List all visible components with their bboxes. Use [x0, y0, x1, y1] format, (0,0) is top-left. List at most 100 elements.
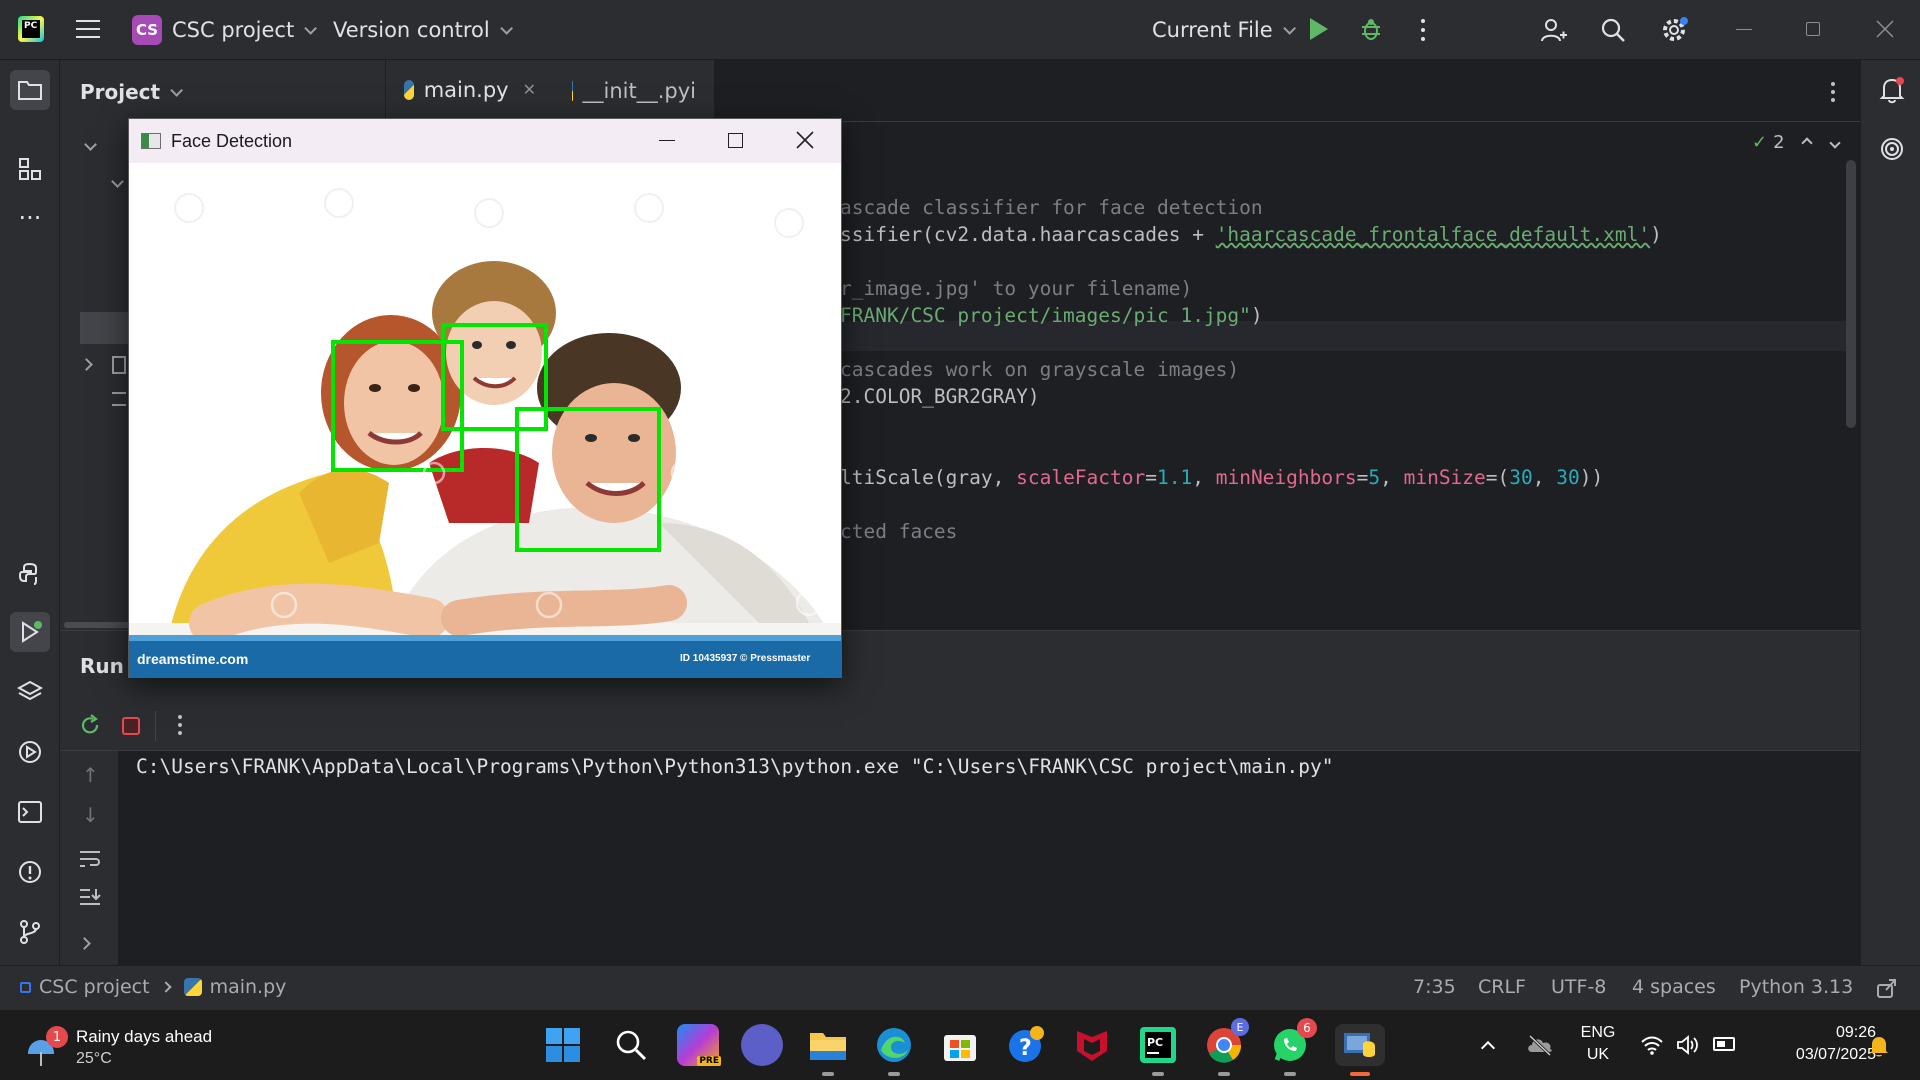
python-file-icon — [404, 79, 414, 100]
python-window-icon[interactable] — [1335, 1024, 1385, 1076]
search-icon[interactable] — [1600, 17, 1626, 47]
chrome-browser-icon[interactable]: E — [1203, 1018, 1249, 1076]
settings-gear-icon[interactable] — [1660, 16, 1688, 48]
code-line[interactable]: cted faces — [840, 520, 957, 543]
file-explorer-icon[interactable] — [807, 1024, 849, 1076]
close-icon[interactable] — [796, 131, 814, 153]
ai-assistant-icon[interactable] — [1879, 136, 1905, 166]
indent-setting[interactable]: 4 spaces — [1632, 976, 1716, 998]
terminal-icon[interactable] — [10, 792, 50, 832]
expand-chevron-icon[interactable] — [78, 937, 91, 950]
rerun-icon[interactable] — [78, 713, 102, 741]
scroll-to-end-icon[interactable] — [78, 887, 102, 911]
weather-widget[interactable]: 1 Rainy days ahead 25°C — [24, 1018, 254, 1074]
more-actions-icon[interactable] — [1421, 19, 1425, 41]
close-tab-icon[interactable]: ✕ — [523, 80, 536, 99]
run-config-selector[interactable]: Current File — [1152, 18, 1296, 42]
clock-date: 03/07/2025 — [1795, 1046, 1876, 1063]
file-encoding[interactable]: UTF-8 — [1551, 976, 1606, 998]
run-more-icon[interactable] — [178, 715, 182, 737]
code-line[interactable]: cascades work on grayscale images) — [840, 358, 1239, 381]
run-icon[interactable] — [1310, 18, 1328, 40]
opencv-window-icon — [141, 133, 161, 149]
line-separator[interactable]: CRLF — [1478, 976, 1526, 998]
microsoft-store-icon[interactable] — [939, 1024, 981, 1066]
problems-icon[interactable] — [10, 852, 50, 892]
face-detection-window[interactable]: Face Detection dreamstime.com ID 1043593… — [128, 118, 842, 678]
chevron-down-icon — [499, 21, 513, 35]
layers-icon[interactable] — [10, 672, 50, 712]
stop-icon[interactable] — [122, 717, 140, 735]
soft-wrap-icon[interactable] — [78, 849, 102, 873]
show-hidden-icons-chevron-icon[interactable] — [1480, 1040, 1496, 1056]
tab-main-py[interactable]: main.py ✕ — [386, 60, 554, 122]
arrow-down-icon[interactable]: ↓ — [82, 803, 99, 827]
code-line[interactable]: ssifier(cv2.data.haarcascades + 'haarcas… — [840, 223, 1662, 246]
code-line[interactable]: FRANK/CSC project/images/pic 1.jpg") — [840, 304, 1263, 327]
arrow-up-icon[interactable]: ↑ — [82, 763, 99, 787]
inspection-widget[interactable]: ✓ 2 — [1752, 132, 1841, 153]
pycharm-taskbar-icon[interactable]: PC — [1137, 1024, 1179, 1076]
battery-icon[interactable] — [1713, 1037, 1735, 1051]
breadcrumb: CSC project main.py — [20, 976, 286, 998]
services-icon[interactable] — [10, 732, 50, 772]
minimize-window-icon[interactable] — [1736, 29, 1752, 30]
console-output[interactable]: C:\Users\FRANK\AppData\Local\Programs\Py… — [136, 755, 1333, 778]
edge-browser-icon[interactable] — [873, 1024, 915, 1076]
tab-options-icon[interactable] — [1831, 82, 1835, 104]
tab-init-pyi[interactable]: __init__.pyi — [554, 60, 714, 122]
start-button-icon[interactable] — [542, 1024, 584, 1066]
code-line[interactable]: 2.COLOR_BGR2GRAY) — [840, 385, 1040, 408]
code-line[interactable]: r_image.jpg' to your filename) — [840, 277, 1192, 300]
python-console-icon[interactable] — [10, 554, 50, 594]
run-panel: Run ↑ ↓ C:\Users\FRANK\AppData\Local\Pro… — [60, 630, 1860, 966]
wifi-icon[interactable] — [1640, 1034, 1664, 1060]
version-control-menu[interactable]: Version control — [333, 18, 513, 42]
more-tools-icon[interactable]: ··· — [10, 198, 50, 238]
maximize-icon[interactable] — [728, 133, 743, 148]
get-help-icon[interactable]: ? — [1005, 1024, 1047, 1066]
copilot-app-icon[interactable]: PRE — [677, 1024, 721, 1066]
chevron-up-icon[interactable] — [1800, 136, 1813, 149]
breadcrumb-file[interactable]: main.py — [210, 976, 287, 998]
restore-window-icon[interactable] — [1806, 22, 1820, 36]
teams-chat-icon[interactable] — [741, 1024, 783, 1066]
tree-expand-icon[interactable] — [80, 358, 93, 371]
system-clock[interactable]: 09:26 03/07/2025 — [1758, 1022, 1876, 1066]
caret-position[interactable]: 7:35 — [1413, 976, 1456, 998]
debug-icon[interactable] — [1360, 17, 1382, 41]
project-folder-icon[interactable] — [10, 70, 50, 110]
taskbar-search-icon[interactable] — [610, 1024, 652, 1066]
volume-icon[interactable] — [1676, 1034, 1700, 1060]
add-user-icon[interactable] — [1540, 16, 1568, 48]
notifications-bell-icon[interactable] — [1879, 76, 1905, 108]
whatsapp-icon[interactable]: 6 — [1269, 1018, 1317, 1076]
run-panel-title[interactable]: Run — [80, 654, 124, 678]
code-line[interactable]: ascade classifier for face detection — [840, 196, 1263, 219]
minimize-icon[interactable] — [659, 140, 675, 141]
share-icon[interactable] — [1876, 977, 1898, 1004]
code-line[interactable]: ltiScale(gray, scaleFactor=1.1, minNeigh… — [840, 466, 1603, 489]
editor-scrollbar[interactable] — [1846, 160, 1856, 428]
main-menu-icon[interactable] — [76, 20, 100, 40]
tree-chevron-icon[interactable] — [84, 138, 97, 151]
notification-center-bell-icon[interactable] — [1868, 1034, 1890, 1062]
onedrive-offline-icon[interactable] — [1526, 1034, 1554, 1060]
running-indicator — [1284, 1072, 1296, 1076]
mcafee-icon[interactable] — [1071, 1024, 1113, 1066]
python-interpreter[interactable]: Python 3.13 — [1739, 976, 1853, 998]
svg-text:PC: PC — [1147, 1036, 1163, 1049]
git-branch-icon[interactable] — [10, 912, 50, 952]
pycharm-logo-icon[interactable]: PC — [18, 16, 44, 42]
breadcrumb-project[interactable]: CSC project — [39, 976, 150, 998]
project-switcher[interactable]: CS CSC project — [132, 15, 318, 45]
tree-chevron-icon[interactable] — [111, 175, 124, 188]
face-window-titlebar[interactable]: Face Detection — [129, 119, 841, 163]
input-language[interactable]: ENG UK — [1578, 1022, 1618, 1066]
run-tool-icon[interactable] — [10, 612, 50, 652]
close-window-icon[interactable] — [1876, 20, 1894, 42]
chevron-down-icon[interactable] — [1828, 136, 1841, 149]
structure-icon[interactable] — [10, 149, 50, 189]
face-window-title: Face Detection — [171, 130, 293, 151]
project-panel-header[interactable]: Project — [80, 80, 184, 104]
